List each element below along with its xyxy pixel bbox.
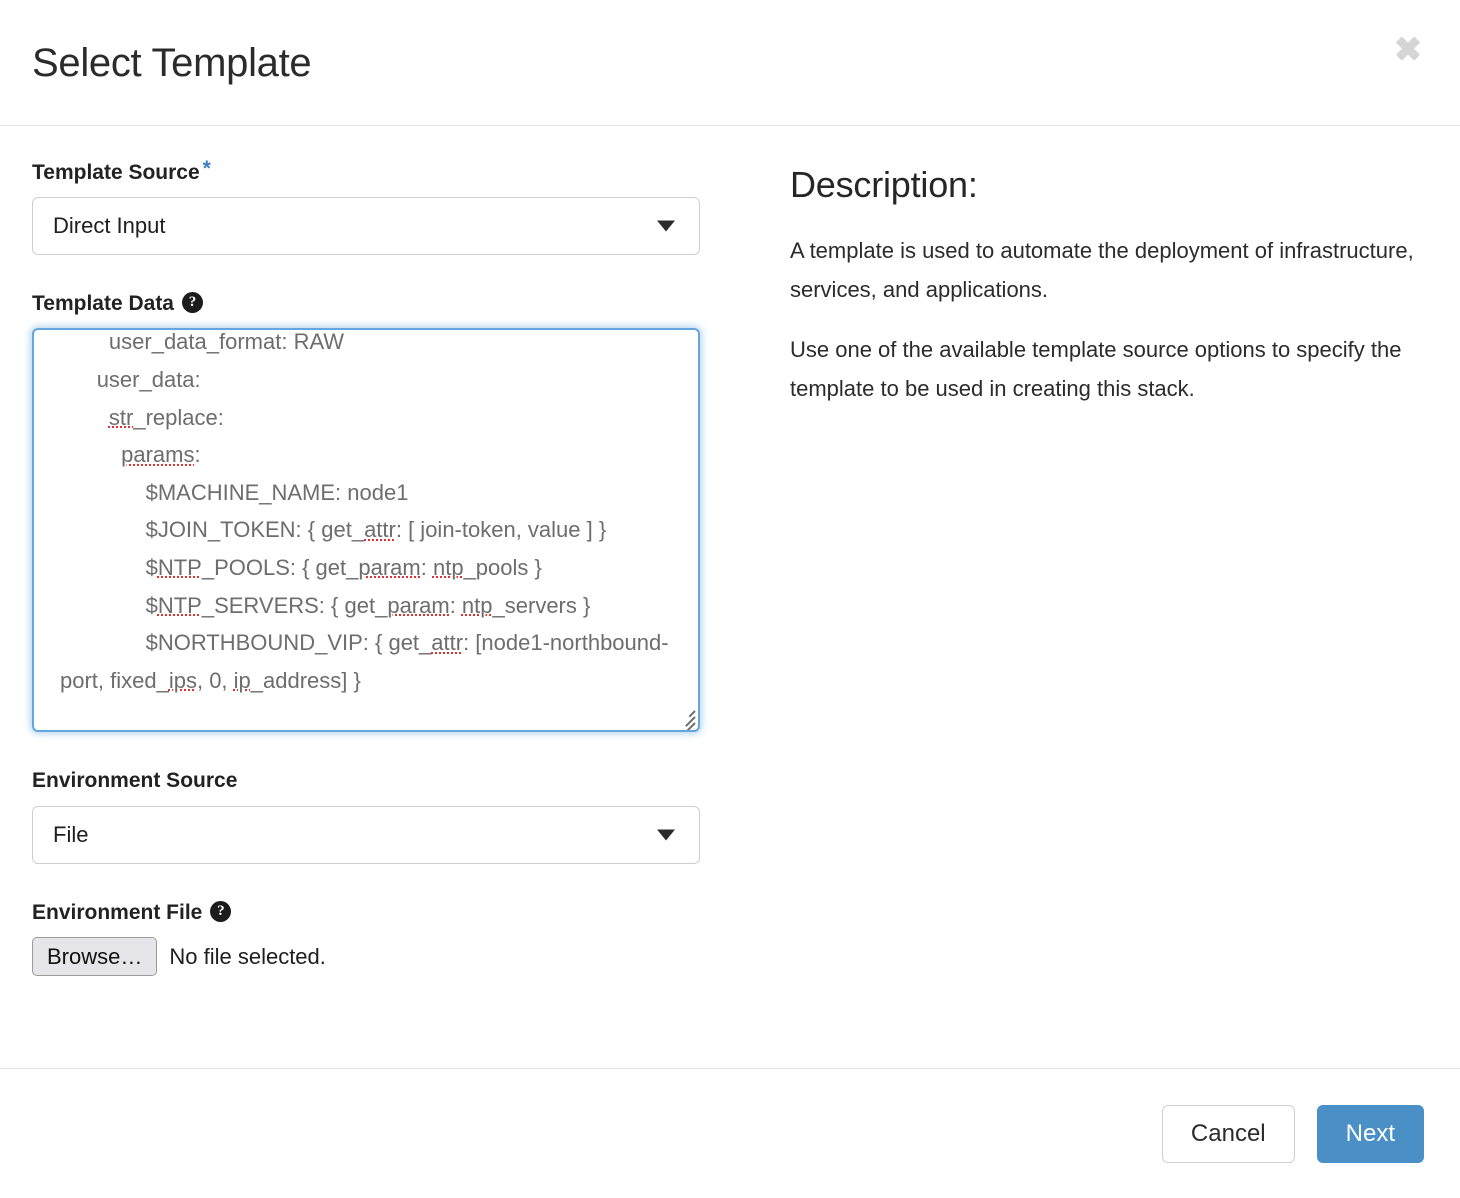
environment-source-label: Environment Source	[32, 768, 732, 793]
environment-file-input: Browse… No file selected.	[32, 936, 732, 977]
page-title: Select Template	[32, 40, 312, 85]
dialog-header: Select Template ✖	[0, 0, 1460, 126]
help-icon[interactable]: ?	[210, 900, 232, 922]
description-heading: Description:	[790, 164, 978, 205]
form-column: Template Source * Direct Input Template …	[32, 157, 732, 1068]
template-source-select[interactable]: Direct Input	[32, 197, 700, 256]
required-asterisk: *	[202, 157, 211, 180]
dialog-body: Template Source * Direct Input Template …	[0, 126, 1460, 1068]
template-data-line: $NTP_POOLS: { get_param: ntp_pools }	[145, 554, 542, 580]
chevron-down-icon	[657, 829, 675, 841]
environment-file-field: Environment File ? Browse… No file selec…	[32, 900, 732, 977]
environment-file-label: Environment File ?	[32, 900, 732, 925]
dialog-footer: Cancel Next	[0, 1068, 1460, 1198]
close-icon[interactable]: ✖	[1388, 30, 1428, 70]
template-data-line: $JOIN_TOKEN: { get_attr: [ join-token, v…	[145, 517, 607, 543]
chevron-down-icon	[657, 220, 675, 232]
description-panel: Description: A template is used to autom…	[790, 160, 1428, 1068]
template-data-content: user_data_format: RAW user_data: str_rep…	[34, 329, 698, 705]
template-source-label: Template Source *	[32, 157, 732, 185]
template-data-line: params:	[121, 442, 201, 468]
resize-handle-icon[interactable]	[673, 705, 696, 731]
template-data-line: $NORTHBOUND_VIP: { get_attr: [node1-nort…	[60, 630, 669, 693]
template-source-label-text: Template Source	[32, 161, 200, 184]
description-paragraph: A template is used to automate the deplo…	[790, 238, 1414, 302]
file-status-text: No file selected.	[169, 943, 326, 969]
template-data-textarea[interactable]: user_data_format: RAW user_data: str_rep…	[32, 328, 700, 733]
template-data-label-text: Template Data	[32, 292, 174, 316]
template-data-line: user_data:	[96, 366, 201, 392]
next-button[interactable]: Next	[1316, 1104, 1424, 1163]
description-paragraph: Use one of the available template source…	[790, 337, 1402, 401]
environment-source-value: File	[53, 821, 89, 847]
template-data-label: Template Data ?	[32, 291, 732, 316]
select-template-dialog: Select Template ✖ Template Source * Dire…	[0, 0, 1460, 1198]
template-source-value: Direct Input	[53, 213, 166, 239]
template-data-line: str_replace:	[108, 404, 224, 430]
template-data-line: $MACHINE_NAME: node1	[145, 479, 409, 505]
template-data-line: user_data_format: RAW	[108, 329, 345, 355]
browse-button[interactable]: Browse…	[32, 936, 158, 977]
template-data-line: $NTP_SERVERS: { get_param: ntp_servers }	[145, 592, 591, 618]
environment-source-select[interactable]: File	[32, 805, 700, 864]
environment-source-label-text: Environment Source	[32, 769, 238, 793]
help-icon[interactable]: ?	[182, 292, 203, 314]
environment-source-field: Environment Source File	[32, 768, 732, 864]
template-source-field: Template Source * Direct Input	[32, 157, 732, 256]
environment-file-label-text: Environment File	[32, 900, 203, 924]
template-data-field: Template Data ? user_data_format: RAW us…	[32, 291, 732, 733]
cancel-button[interactable]: Cancel	[1161, 1104, 1295, 1163]
